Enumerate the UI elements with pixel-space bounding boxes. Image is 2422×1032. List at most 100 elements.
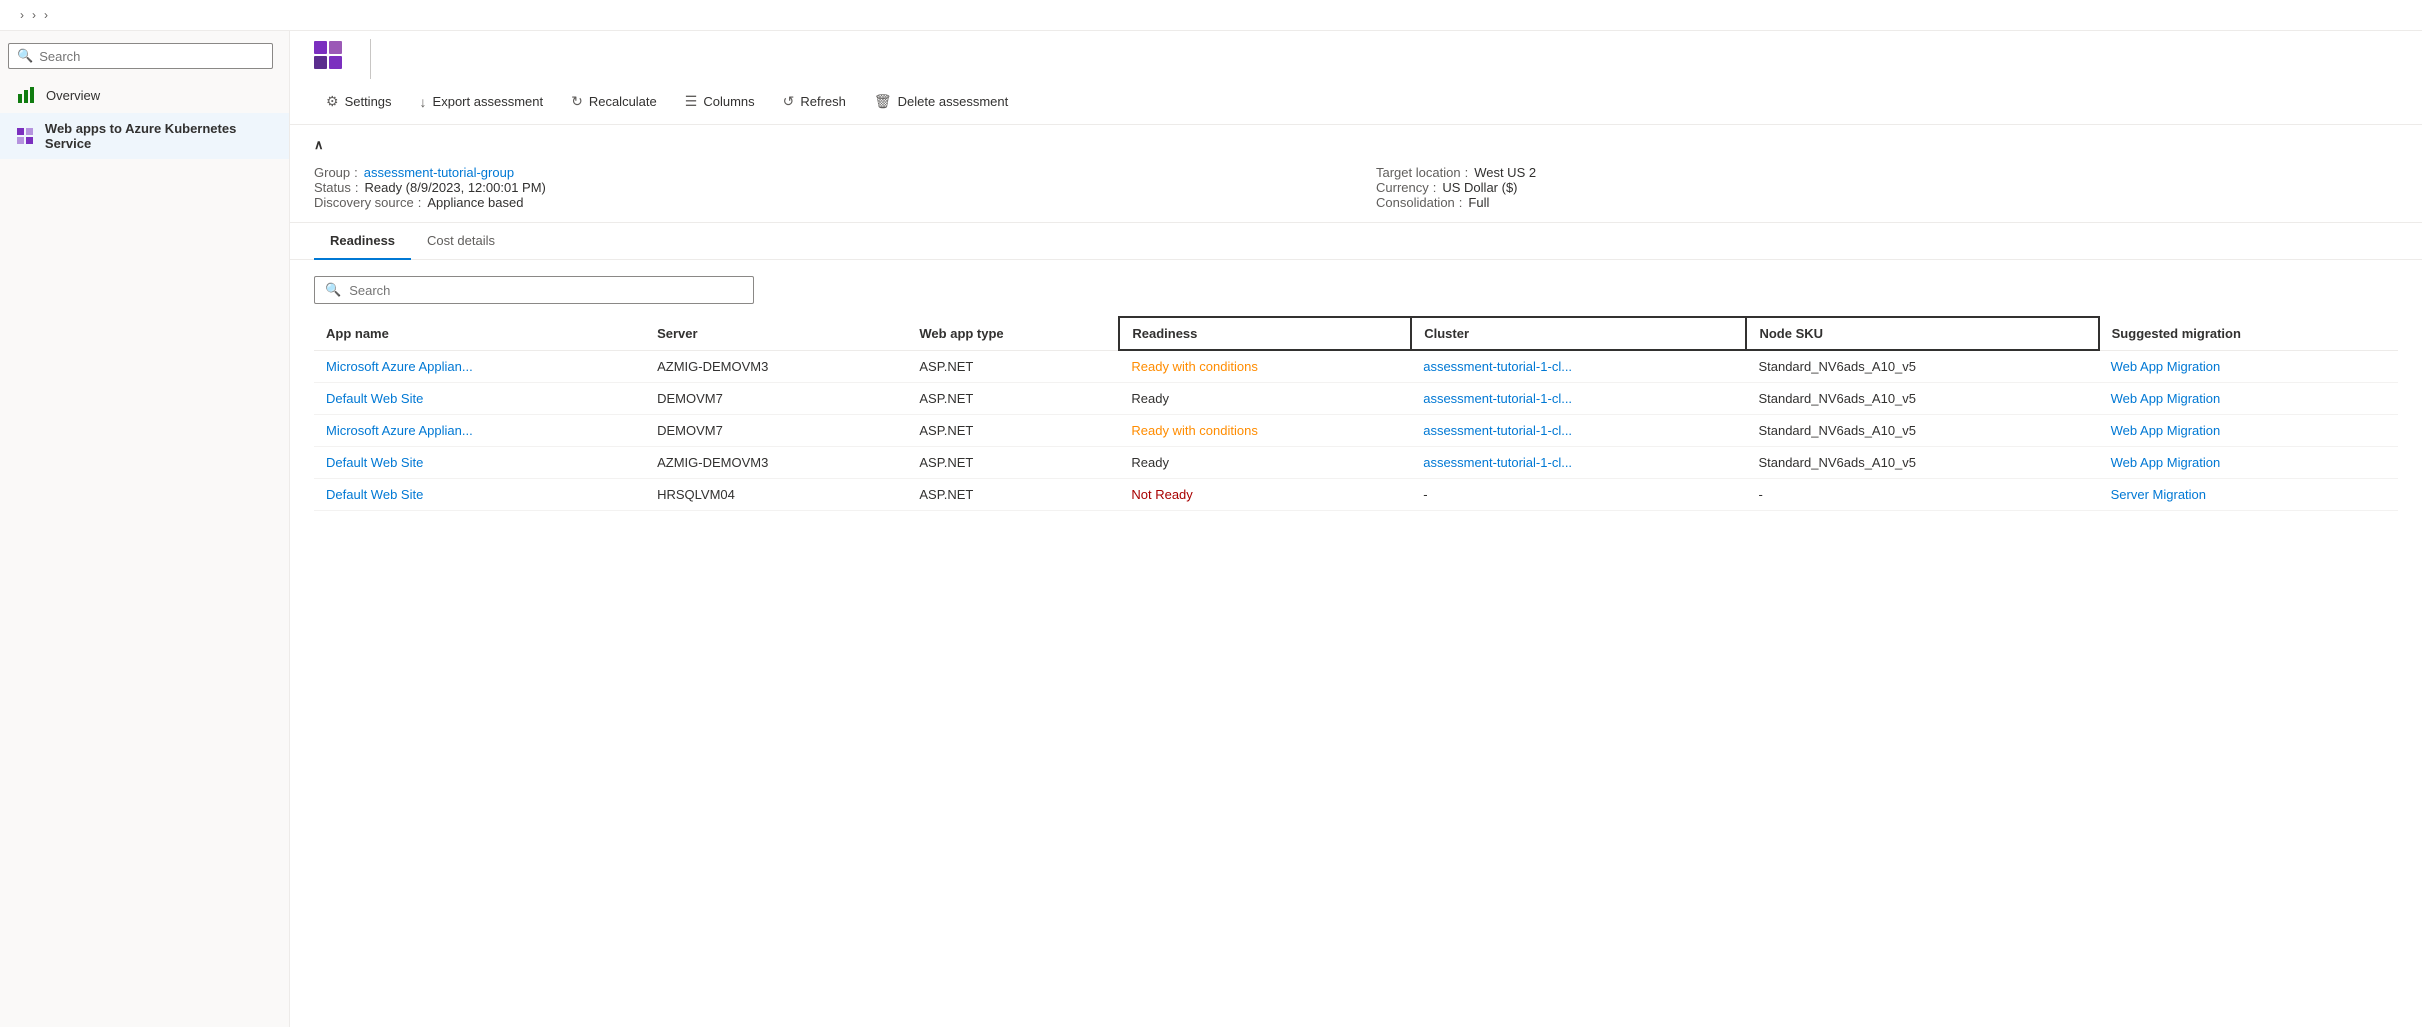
export-icon: ↓ <box>420 94 427 110</box>
cell-cluster-1[interactable]: assessment-tutorial-1-cl... <box>1411 383 1746 415</box>
essentials-left-row-0: Group :assessment-tutorial-group <box>314 165 1336 180</box>
table-body: Microsoft Azure Applian...AZMIG-DEMOVM3A… <box>314 350 2398 511</box>
cell-webapptype-0: ASP.NET <box>907 350 1119 383</box>
table-search-container: 🔍 <box>314 276 754 304</box>
recalculate-icon: ↻ <box>571 93 583 110</box>
toolbar: ⚙Settings↓Export assessment↻Recalculate☰… <box>290 79 2422 125</box>
refresh-label: Refresh <box>800 94 846 109</box>
cell-server-2: DEMOVM7 <box>645 415 907 447</box>
essentials-left-row-2: Discovery source :Appliance based <box>314 195 1336 210</box>
cell-server-1: DEMOVM7 <box>645 383 907 415</box>
sidebar-search-input[interactable] <box>39 49 264 64</box>
sidebar-item-label-overview: Overview <box>46 88 100 103</box>
cell-suggested-1[interactable]: Web App Migration <box>2099 383 2398 415</box>
grid-icon <box>16 126 35 146</box>
cell-cluster-0[interactable]: assessment-tutorial-1-cl... <box>1411 350 1746 383</box>
col-header-webapptype[interactable]: Web app type <box>907 317 1119 350</box>
essentials-grid: Group :assessment-tutorial-groupStatus :… <box>314 165 2398 210</box>
table-header: App nameServerWeb app typeReadinessClust… <box>314 317 2398 350</box>
cell-readiness-2[interactable]: Ready with conditions <box>1119 415 1411 447</box>
essentials-label: Discovery source <box>314 195 414 210</box>
col-header-readiness[interactable]: Readiness <box>1119 317 1411 350</box>
sidebar: 🔍 Overview Web apps to Azure Kubernetes … <box>0 31 290 1027</box>
cell-cluster-2[interactable]: assessment-tutorial-1-cl... <box>1411 415 1746 447</box>
cell-suggested-2[interactable]: Web App Migration <box>2099 415 2398 447</box>
essentials-section: ∧ Group :assessment-tutorial-groupStatus… <box>290 125 2422 223</box>
essentials-label: Target location <box>1376 165 1461 180</box>
cell-appname-3[interactable]: Default Web Site <box>314 447 645 479</box>
search-icon: 🔍 <box>17 48 33 64</box>
tab-readiness[interactable]: Readiness <box>314 223 411 260</box>
essentials-value: Ready (8/9/2023, 12:00:01 PM) <box>364 180 545 195</box>
assessment-icon <box>314 41 342 69</box>
essentials-value: Full <box>1468 195 1489 210</box>
cell-readiness-1: Ready <box>1119 383 1411 415</box>
cell-readiness-0[interactable]: Ready with conditions <box>1119 350 1411 383</box>
settings-button[interactable]: ⚙Settings <box>314 87 404 116</box>
delete-label: Delete assessment <box>898 94 1009 109</box>
col-header-nodesku[interactable]: Node SKU <box>1746 317 2098 350</box>
cell-cluster-3[interactable]: assessment-tutorial-1-cl... <box>1411 447 1746 479</box>
sidebar-collapse-button[interactable] <box>277 54 281 62</box>
delete-icon: 🗑 <box>874 93 892 110</box>
cell-appname-2[interactable]: Microsoft Azure Applian... <box>314 415 645 447</box>
sidebar-item-overview[interactable]: Overview <box>0 77 289 113</box>
sidebar-search-container: 🔍 <box>8 43 273 69</box>
recalculate-button[interactable]: ↻Recalculate <box>559 87 669 116</box>
essentials-right: Target location :West US 2Currency :US D… <box>1376 165 2398 210</box>
columns-button[interactable]: ☰Columns <box>673 87 767 116</box>
essentials-value: Appliance based <box>427 195 523 210</box>
essentials-value[interactable]: assessment-tutorial-group <box>364 165 514 180</box>
essentials-left: Group :assessment-tutorial-groupStatus :… <box>314 165 1336 210</box>
cell-appname-1[interactable]: Default Web Site <box>314 383 645 415</box>
cell-server-4: HRSQLVM04 <box>645 479 907 511</box>
table-row: Default Web SiteHRSQLVM04ASP.NETNot Read… <box>314 479 2398 511</box>
table-row: Microsoft Azure Applian...DEMOVM7ASP.NET… <box>314 415 2398 447</box>
essentials-left-row-1: Status :Ready (8/9/2023, 12:00:01 PM) <box>314 180 1336 195</box>
cell-readiness-4[interactable]: Not Ready <box>1119 479 1411 511</box>
cell-cluster-4: - <box>1411 479 1746 511</box>
essentials-header[interactable]: ∧ <box>314 137 2398 153</box>
delete-button[interactable]: 🗑 Delete assessment <box>862 87 1020 116</box>
table-area: 🔍 App nameServerWeb app typeReadinessClu… <box>290 260 2422 527</box>
main-content: ⚙Settings↓Export assessment↻Recalculate☰… <box>290 31 2422 1027</box>
sidebar-item-webapps[interactable]: Web apps to Azure Kubernetes Service <box>0 113 289 159</box>
col-header-server[interactable]: Server <box>645 317 907 350</box>
col-header-suggested[interactable]: Suggested migration <box>2099 317 2398 350</box>
essentials-right-row-2: Consolidation :Full <box>1376 195 2398 210</box>
essentials-label: Group <box>314 165 350 180</box>
export-button[interactable]: ↓Export assessment <box>408 88 556 116</box>
essentials-value: US Dollar ($) <box>1442 180 1517 195</box>
table-row: Default Web SiteAZMIG-DEMOVM3ASP.NETRead… <box>314 447 2398 479</box>
cell-webapptype-4: ASP.NET <box>907 479 1119 511</box>
cell-webapptype-3: ASP.NET <box>907 447 1119 479</box>
tabs: ReadinessCost details <box>290 223 2422 260</box>
essentials-label: Currency <box>1376 180 1429 195</box>
cell-suggested-0[interactable]: Web App Migration <box>2099 350 2398 383</box>
refresh-button[interactable]: ↺Refresh <box>771 87 858 116</box>
essentials-collapse-icon: ∧ <box>314 137 324 153</box>
cell-nodesku-1: Standard_NV6ads_A10_v5 <box>1746 383 2098 415</box>
breadcrumb: › › › <box>0 0 2422 31</box>
essentials-value: West US 2 <box>1474 165 1536 180</box>
col-header-appname[interactable]: App name <box>314 317 645 350</box>
settings-icon: ⚙ <box>326 93 339 110</box>
table-search-input[interactable] <box>349 283 743 298</box>
cell-suggested-4[interactable]: Server Migration <box>2099 479 2398 511</box>
table-row: Default Web SiteDEMOVM7ASP.NETReadyasses… <box>314 383 2398 415</box>
header-divider <box>370 39 371 79</box>
columns-label: Columns <box>703 94 754 109</box>
cell-nodesku-2: Standard_NV6ads_A10_v5 <box>1746 415 2098 447</box>
essentials-right-row-0: Target location :West US 2 <box>1376 165 2398 180</box>
sidebar-nav: Overview Web apps to Azure Kubernetes Se… <box>0 77 289 159</box>
cell-suggested-3[interactable]: Web App Migration <box>2099 447 2398 479</box>
cell-readiness-3: Ready <box>1119 447 1411 479</box>
col-header-cluster[interactable]: Cluster <box>1411 317 1746 350</box>
cell-nodesku-3: Standard_NV6ads_A10_v5 <box>1746 447 2098 479</box>
cell-appname-0[interactable]: Microsoft Azure Applian... <box>314 350 645 383</box>
chart-icon <box>16 85 36 105</box>
cell-appname-4[interactable]: Default Web Site <box>314 479 645 511</box>
tab-cost[interactable]: Cost details <box>411 223 511 260</box>
table-row: Microsoft Azure Applian...AZMIG-DEMOVM3A… <box>314 350 2398 383</box>
cell-server-0: AZMIG-DEMOVM3 <box>645 350 907 383</box>
